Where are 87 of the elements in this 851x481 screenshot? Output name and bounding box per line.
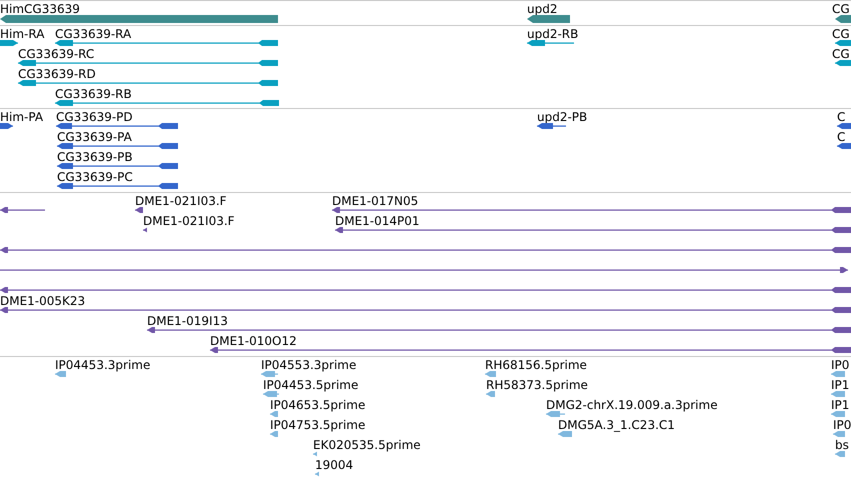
est-glyph[interactable] bbox=[835, 450, 845, 458]
feature-label: IP04553.3prime bbox=[261, 358, 356, 372]
clone-glyph[interactable] bbox=[335, 226, 851, 234]
clone-glyph[interactable] bbox=[0, 306, 851, 314]
est-glyph[interactable] bbox=[270, 430, 278, 438]
feature-label: Him-RA bbox=[0, 27, 44, 41]
clone-glyph[interactable] bbox=[0, 246, 851, 254]
feature-label: IP04653.5prime bbox=[270, 398, 366, 412]
est-glyph[interactable] bbox=[485, 370, 496, 378]
feature-label: CG33639-PD bbox=[56, 110, 133, 124]
feature-label: CG bbox=[832, 2, 850, 16]
feature-label: CG33639-RC bbox=[18, 47, 94, 61]
feature-label: DMG2-chrX.19.009.a.3prime bbox=[546, 398, 718, 412]
est-glyph[interactable] bbox=[55, 370, 66, 378]
est-glyph[interactable] bbox=[831, 410, 845, 418]
clone-glyph[interactable] bbox=[143, 226, 147, 234]
feature-label: C bbox=[837, 130, 846, 144]
feature-label: bs bbox=[835, 438, 849, 452]
transcript-glyph[interactable] bbox=[55, 99, 279, 107]
transcript-glyph[interactable] bbox=[55, 39, 278, 47]
clone-glyph[interactable] bbox=[332, 206, 851, 214]
feature-label: RH68156.5prime bbox=[485, 358, 587, 372]
protein-glyph[interactable] bbox=[0, 122, 13, 130]
protein-glyph[interactable] bbox=[837, 142, 851, 150]
est-glyph[interactable] bbox=[313, 450, 317, 458]
feature-label: DMG5A.3_1.C23.C1 bbox=[558, 418, 675, 432]
feature-label: CG33639-PA bbox=[57, 130, 132, 144]
transcript-glyph[interactable] bbox=[527, 39, 574, 47]
est-glyph[interactable] bbox=[833, 430, 845, 438]
est-glyph[interactable] bbox=[831, 390, 845, 398]
feature-label: IP1 bbox=[831, 398, 850, 412]
protein-glyph[interactable] bbox=[537, 122, 566, 130]
gene-glyph[interactable] bbox=[835, 15, 851, 23]
est-glyph[interactable] bbox=[270, 410, 278, 418]
feature-label: CG bbox=[832, 47, 850, 61]
est-glyph[interactable] bbox=[546, 410, 565, 418]
feature-label: upd2-PB bbox=[537, 110, 588, 124]
protein-glyph[interactable] bbox=[837, 122, 851, 130]
protein-glyph[interactable] bbox=[57, 162, 178, 170]
clone-glyph[interactable] bbox=[135, 206, 143, 214]
feature-label: 19004 bbox=[315, 458, 354, 472]
feature-label: DME1-017N05 bbox=[332, 194, 418, 208]
feature-label: C bbox=[837, 110, 846, 124]
est-glyph[interactable] bbox=[263, 390, 279, 398]
clone-glyph[interactable] bbox=[210, 346, 851, 354]
feature-label: DME1-021I03.F bbox=[143, 214, 235, 228]
feature-label: EK020535.5prime bbox=[313, 438, 421, 452]
feature-label: IP0 bbox=[831, 358, 850, 372]
gene-glyph[interactable] bbox=[527, 15, 570, 23]
feature-label: DME1-010O12 bbox=[210, 334, 297, 348]
feature-label: CG33639-RD bbox=[18, 67, 96, 81]
feature-label: upd2-RB bbox=[527, 27, 578, 41]
feature-label: IP0 bbox=[833, 418, 851, 432]
est-glyph[interactable] bbox=[831, 370, 845, 378]
est-glyph[interactable] bbox=[261, 370, 278, 378]
clone-glyph[interactable] bbox=[0, 206, 45, 214]
feature-label: CG33639-RA bbox=[55, 27, 132, 41]
clone-glyph[interactable] bbox=[147, 326, 851, 334]
feature-label: CG33639-PC bbox=[57, 170, 133, 184]
feature-label: DME1-005K23 bbox=[0, 294, 86, 308]
transcript-glyph[interactable] bbox=[18, 59, 278, 67]
est-glyph[interactable] bbox=[315, 470, 319, 478]
feature-label: DME1-014P01 bbox=[335, 214, 420, 228]
clone-glyph[interactable] bbox=[0, 266, 848, 274]
feature-label: Him-PA bbox=[0, 110, 44, 124]
feature-label: RH58373.5prime bbox=[486, 378, 588, 392]
clone-glyph[interactable] bbox=[0, 286, 851, 294]
feature-label: CG bbox=[832, 27, 850, 41]
protein-glyph[interactable] bbox=[57, 142, 178, 150]
feature-label: CG33639-RB bbox=[55, 87, 132, 101]
feature-label: DME1-019I13 bbox=[147, 314, 228, 328]
transcript-glyph[interactable] bbox=[835, 59, 851, 67]
feature-label: IP1 bbox=[831, 378, 850, 392]
est-glyph[interactable] bbox=[558, 430, 572, 438]
transcript-glyph[interactable] bbox=[835, 39, 851, 47]
feature-label: DME1-021I03.F bbox=[135, 194, 227, 208]
protein-glyph[interactable] bbox=[57, 182, 178, 190]
est-glyph[interactable] bbox=[486, 390, 495, 398]
feature-label: IP04453.5prime bbox=[263, 378, 358, 392]
feature-label: CG33639-PB bbox=[57, 150, 133, 164]
protein-glyph[interactable] bbox=[56, 122, 178, 130]
feature-label: upd2 bbox=[527, 2, 558, 16]
feature-label: HimCG33639 bbox=[0, 2, 80, 16]
feature-label: IP04753.5prime bbox=[270, 418, 366, 432]
transcript-glyph[interactable] bbox=[0, 39, 18, 47]
feature-label: IP04453.3prime bbox=[55, 358, 150, 372]
transcript-glyph[interactable] bbox=[18, 79, 278, 87]
